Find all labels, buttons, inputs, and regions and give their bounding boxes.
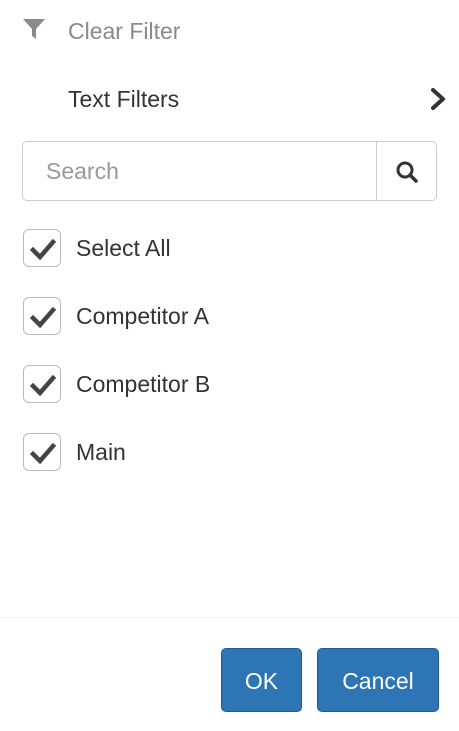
competitor-a-checkbox[interactable] [23,297,61,335]
checklist-item-competitor-a[interactable]: Competitor A [22,296,422,336]
ok-button[interactable]: OK [221,648,302,712]
select-all-checkbox[interactable] [23,229,61,267]
clear-filter-label: Clear Filter [68,18,181,44]
checklist-item-select-all[interactable]: Select All [22,228,422,268]
text-filters-item[interactable]: Text Filters [0,74,459,124]
checkmark-icon [30,238,56,261]
search-input[interactable] [23,142,377,200]
clear-filter-item[interactable]: Clear Filter [0,6,459,56]
main-checkbox[interactable] [23,433,61,471]
search-button[interactable] [376,142,436,200]
search-box [22,141,437,201]
checklist-item-label: Main [76,439,126,465]
search-icon [396,161,418,183]
checklist-item-main[interactable]: Main [22,432,422,472]
checklist-item-label: Competitor A [76,303,209,329]
competitor-b-checkbox[interactable] [23,365,61,403]
filter-menu: Clear Filter Text Filters Select All [0,0,459,731]
checklist-item-label: Competitor B [76,371,211,397]
cancel-button[interactable]: Cancel [317,648,439,712]
chevron-right-icon [427,87,449,111]
checklist-item-label: Select All [76,235,171,261]
checkmark-icon [30,374,56,397]
checkmark-icon [30,442,56,465]
checklist-item-competitor-b[interactable]: Competitor B [22,364,422,404]
checkmark-icon [30,306,56,329]
filter-icon [22,17,46,41]
text-filters-label: Text Filters [68,86,180,112]
footer-divider [0,617,459,618]
